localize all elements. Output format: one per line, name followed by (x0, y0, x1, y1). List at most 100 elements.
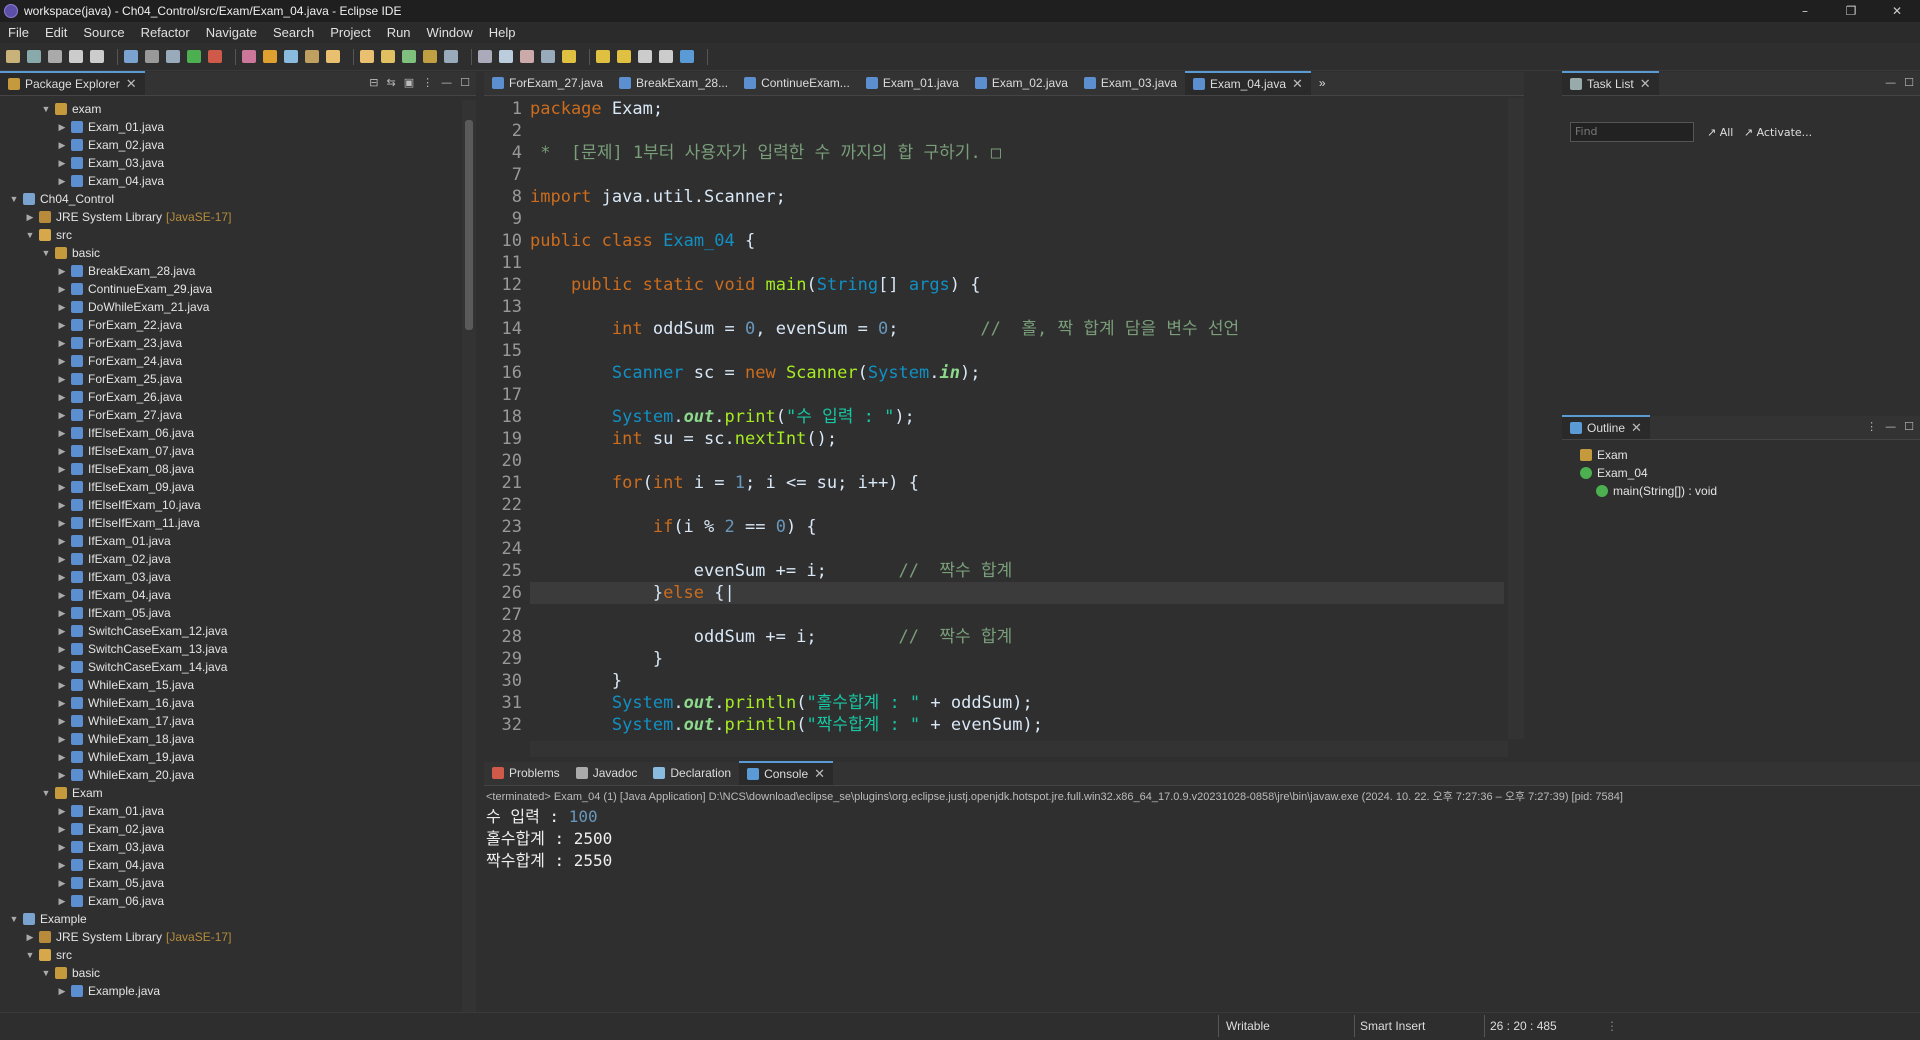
outline-item[interactable]: Exam (1570, 446, 1717, 464)
tree-item-java[interactable]: ▶ Exam_02.java (0, 820, 460, 838)
chevron-down-icon[interactable]: ▼ (8, 194, 20, 204)
tree-item-java[interactable]: ▶ IfExam_04.java (0, 586, 460, 604)
tree-item-java[interactable]: ▶ ContinueExam_29.java (0, 280, 460, 298)
chevron-right-icon[interactable]: ▶ (24, 932, 36, 943)
tree-item-java[interactable]: ▶ SwitchCaseExam_14.java (0, 658, 460, 676)
tree-item-java[interactable]: ▶ ForExam_24.java (0, 352, 460, 370)
tree-item-java[interactable]: ▶ SwitchCaseExam_13.java (0, 640, 460, 658)
chevron-right-icon[interactable]: ▶ (56, 320, 68, 331)
tree-item-java[interactable]: ▶ WhileExam_19.java (0, 748, 460, 766)
menu-help[interactable]: Help (481, 25, 524, 40)
menu-source[interactable]: Source (75, 25, 132, 40)
tree-item-java[interactable]: ▶ WhileExam_20.java (0, 766, 460, 784)
menu-navigate[interactable]: Navigate (198, 25, 265, 40)
tab-outline[interactable]: Outline ✕ (1562, 415, 1650, 439)
tree-item-java[interactable]: ▶ Example.java (0, 982, 460, 1000)
toolbar-action-icon[interactable] (659, 50, 673, 63)
tree-item-java[interactable]: ▶ ForExam_22.java (0, 316, 460, 334)
toolbar-action-icon[interactable] (145, 50, 159, 63)
tree-item-java[interactable]: ▶ Exam_02.java (0, 136, 460, 154)
toolbar-action-icon[interactable] (562, 50, 576, 63)
tree-item-java[interactable]: ▶ IfElseExam_09.java (0, 478, 460, 496)
chevron-right-icon[interactable]: ▶ (56, 842, 68, 853)
toolbar-action-icon[interactable] (423, 50, 437, 63)
chevron-right-icon[interactable]: ▶ (56, 986, 68, 997)
tree-item-java[interactable]: ▶ DoWhileExam_21.java (0, 298, 460, 316)
tree-item-java[interactable]: ▶ IfExam_02.java (0, 550, 460, 568)
menu-run[interactable]: Run (379, 25, 419, 40)
chevron-right-icon[interactable]: ▶ (56, 770, 68, 781)
toolbar-action-icon[interactable] (326, 50, 340, 63)
task-find-input[interactable]: Find (1570, 122, 1694, 142)
chevron-right-icon[interactable]: ▶ (56, 284, 68, 295)
toolbar-action-icon[interactable] (27, 50, 41, 63)
maximize-view-icon[interactable]: ☐ (460, 76, 470, 89)
chevron-right-icon[interactable]: ▶ (56, 644, 68, 655)
tab-overflow[interactable]: » (1311, 71, 1334, 95)
minimize-view-icon[interactable]: — (441, 76, 452, 89)
tree-item-java[interactable]: ▶ ForExam_26.java (0, 388, 460, 406)
tree-item-java[interactable]: ▶ SwitchCaseExam_12.java (0, 622, 460, 640)
tree-item-java[interactable]: ▶ Exam_01.java (0, 118, 460, 136)
chevron-right-icon[interactable]: ▶ (56, 518, 68, 529)
chevron-right-icon[interactable]: ▶ (56, 410, 68, 421)
close-icon[interactable]: ✕ (1640, 76, 1651, 92)
minimize-view-icon[interactable]: — (1885, 420, 1896, 433)
tree-item-java[interactable]: ▶ Exam_04.java (0, 856, 460, 874)
tree-item-java[interactable]: ▶ Exam_04.java (0, 172, 460, 190)
tab-breakexam-28-[interactable]: BreakExam_28... (611, 71, 736, 95)
chevron-right-icon[interactable]: ▶ (56, 338, 68, 349)
chevron-right-icon[interactable]: ▶ (56, 356, 68, 367)
chevron-right-icon[interactable]: ▶ (56, 482, 68, 493)
toolbar-action-icon[interactable] (187, 50, 201, 63)
chevron-right-icon[interactable]: ▶ (56, 428, 68, 439)
tab-declaration[interactable]: Declaration (645, 761, 739, 785)
chevron-right-icon[interactable]: ▶ (56, 302, 68, 313)
chevron-right-icon[interactable]: ▶ (56, 554, 68, 565)
filter-icon[interactable]: ▣ (404, 76, 414, 89)
tree-item-java[interactable]: ▶ BreakExam_28.java (0, 262, 460, 280)
chevron-down-icon[interactable]: ▼ (24, 230, 36, 240)
chevron-right-icon[interactable]: ▶ (56, 266, 68, 277)
tree-item-library[interactable]: ▶ JRE System Library [JavaSE-17] (0, 928, 460, 946)
tab-package-explorer[interactable]: Package Explorer ✕ (0, 71, 145, 95)
tree-item-folder[interactable]: ▼ src (0, 226, 460, 244)
chevron-right-icon[interactable]: ▶ (56, 626, 68, 637)
tree-item-java[interactable]: ▶ IfExam_05.java (0, 604, 460, 622)
toolbar-action-icon[interactable] (284, 50, 298, 63)
tab-console[interactable]: Console ✕ (739, 761, 834, 785)
close-window-button[interactable]: ✕ (1874, 0, 1920, 22)
all-link[interactable]: All (1720, 126, 1734, 139)
tree-item-package[interactable]: ▼ exam (0, 100, 460, 118)
close-icon[interactable]: ✕ (1631, 420, 1642, 436)
tree-item-java[interactable]: ▶ IfElseIfExam_11.java (0, 514, 460, 532)
tree-item-library[interactable]: ▶ JRE System Library [JavaSE-17] (0, 208, 460, 226)
chevron-right-icon[interactable]: ▶ (24, 212, 36, 223)
chevron-right-icon[interactable]: ▶ (56, 680, 68, 691)
outline-item[interactable]: main(String[]) : void (1570, 482, 1717, 500)
chevron-right-icon[interactable]: ▶ (56, 392, 68, 403)
chevron-right-icon[interactable]: ▶ (56, 716, 68, 727)
tree-item-folder[interactable]: ▼ src (0, 946, 460, 964)
toolbar-action-icon[interactable] (402, 50, 416, 63)
tree-item-package[interactable]: ▼ basic (0, 964, 460, 982)
tree-item-java[interactable]: ▶ WhileExam_16.java (0, 694, 460, 712)
collapse-all-icon[interactable]: ⊟ (369, 76, 378, 89)
toolbar-action-icon[interactable] (6, 50, 20, 63)
tab-exam-03-java[interactable]: Exam_03.java (1076, 71, 1185, 95)
toolbar-action-icon[interactable] (444, 50, 458, 63)
chevron-right-icon[interactable]: ▶ (56, 464, 68, 475)
toolbar-action-icon[interactable] (360, 50, 374, 63)
tree-item-java[interactable]: ▶ Exam_06.java (0, 892, 460, 910)
menu-edit[interactable]: Edit (37, 25, 75, 40)
maximize-view-icon[interactable]: ☐ (1904, 76, 1914, 89)
toolbar-action-icon[interactable] (596, 50, 610, 63)
toolbar-action-icon[interactable] (69, 50, 83, 63)
tree-item-java[interactable]: ▶ WhileExam_18.java (0, 730, 460, 748)
view-menu-icon[interactable]: ⋮ (422, 76, 433, 89)
menu-refactor[interactable]: Refactor (133, 25, 198, 40)
menu-file[interactable]: File (0, 25, 37, 40)
toolbar-action-icon[interactable] (242, 50, 256, 63)
tree-item-java[interactable]: ▶ Exam_01.java (0, 802, 460, 820)
maximize-button[interactable]: ❐ (1828, 0, 1874, 22)
